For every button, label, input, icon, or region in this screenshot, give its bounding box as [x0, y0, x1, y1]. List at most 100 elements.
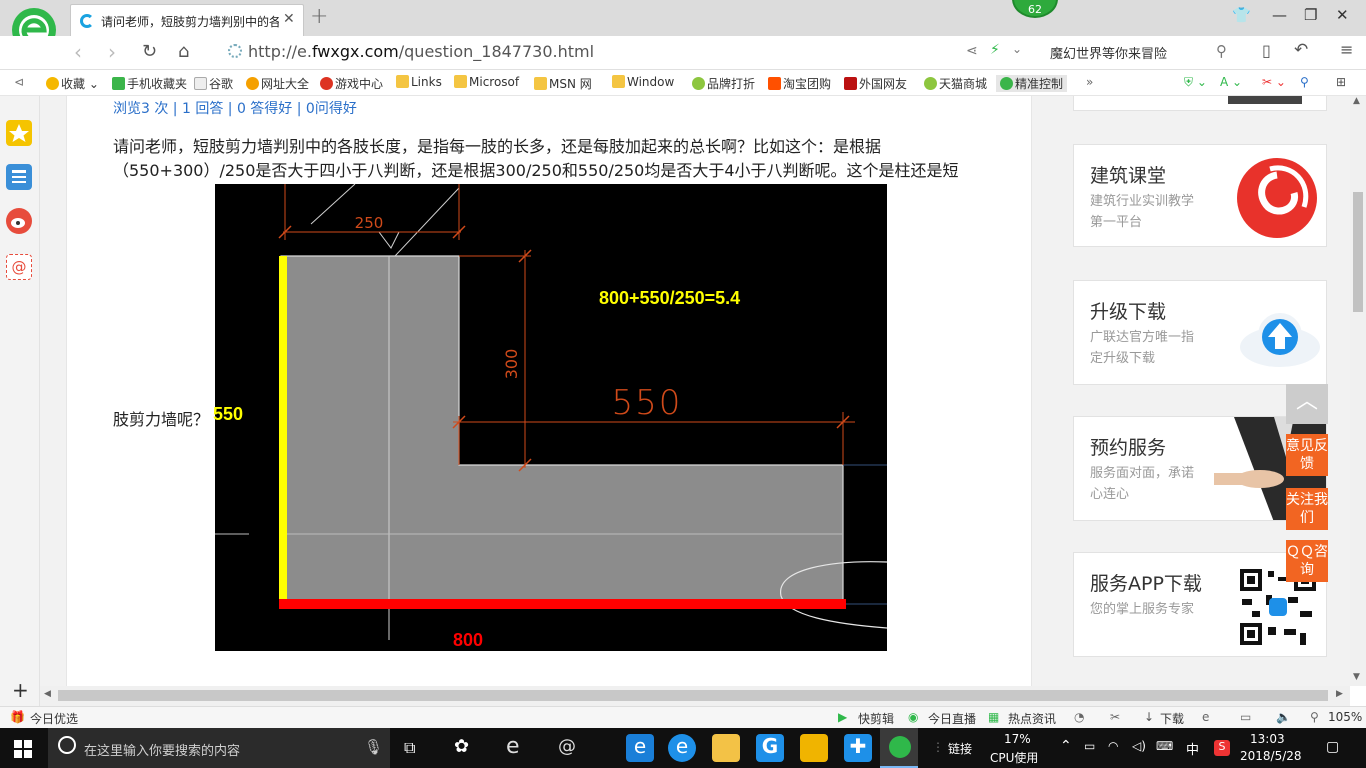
mobile-icon[interactable]: ▯ — [1262, 41, 1271, 60]
feedback-button[interactable]: 意见反馈 — [1286, 434, 1328, 476]
bookmark-discount[interactable]: 品牌打折 — [692, 75, 755, 92]
window-icon[interactable]: ▭ — [1240, 710, 1251, 724]
spiral-app-icon[interactable]: @ — [558, 736, 576, 757]
bookmark-tmall[interactable]: 天猫商城 — [924, 75, 987, 92]
reading-list-icon[interactable] — [6, 164, 32, 190]
taskbar-search[interactable]: 在这里输入你要搜索的内容 🎙 — [48, 728, 390, 768]
card-download[interactable]: 升级下载 广联达官方唯一指定升级下载 — [1073, 280, 1327, 385]
qq-consult-button[interactable]: ＱＱ咨询 — [1286, 540, 1328, 582]
bookmark-hao123[interactable]: 网址大全 — [246, 75, 309, 92]
new-tab-button[interactable]: + — [310, 4, 328, 29]
bookmark-microsoft[interactable]: Microsof — [454, 75, 519, 89]
quick-clip-link[interactable]: 快剪辑 — [858, 710, 894, 727]
cad-drawing-image[interactable]: 250 300 550 800+550/250=5.4 800 — [215, 184, 887, 651]
clock-time[interactable]: 13:03 — [1250, 732, 1285, 746]
chevron-down-icon[interactable]: ⌄ — [1012, 42, 1022, 56]
speaker-icon[interactable]: ◁) — [1132, 739, 1146, 753]
battery-icon[interactable]: ▭ — [1084, 739, 1095, 753]
weibo-icon[interactable] — [6, 208, 32, 234]
windows-start-icon[interactable] — [14, 740, 32, 758]
forward-icon[interactable]: › — [108, 40, 116, 64]
bookmark-google[interactable]: 谷歌 — [194, 75, 233, 92]
notification-badge[interactable]: 62 — [1012, 0, 1058, 18]
back-to-top-button[interactable]: ︿ — [1286, 384, 1328, 424]
clock-date[interactable]: 2018/5/28 — [1240, 749, 1302, 763]
menu-icon[interactable]: ≡ — [1340, 40, 1353, 59]
shirt-icon[interactable]: 👕 — [1232, 6, 1251, 24]
sogou-icon[interactable]: S — [1214, 740, 1230, 756]
horizontal-scrollbar[interactable]: ◀ ▶ — [40, 686, 1350, 706]
speed-icon[interactable]: ◔ — [1074, 710, 1084, 724]
live-link[interactable]: 今日直播 — [928, 710, 976, 727]
bookmark-msn[interactable]: MSN 网 — [534, 75, 592, 92]
glodon-icon[interactable]: G — [756, 734, 784, 762]
grid-icon[interactable]: ⊞ — [1336, 75, 1346, 89]
ie-mode-icon[interactable]: e — [1202, 710, 1209, 724]
fan-app-icon[interactable]: ✿ — [454, 736, 469, 757]
bookmark-favorites[interactable]: 收藏 ⌄ — [46, 75, 99, 92]
email-icon[interactable]: @ — [6, 254, 32, 280]
site-info-icon[interactable] — [228, 44, 242, 58]
ie-icon[interactable]: e — [668, 734, 696, 762]
bookmark-games[interactable]: 游戏中心 — [320, 75, 383, 92]
shield-icon[interactable]: ⛨ ⌄ — [1184, 75, 1207, 90]
hot-news-link[interactable]: 热点资讯 — [1008, 710, 1056, 727]
action-center-icon[interactable]: ▢ — [1326, 739, 1339, 755]
label-800: 800 — [453, 630, 484, 650]
notes-app-icon[interactable] — [800, 734, 828, 762]
minimize-button[interactable]: — — [1272, 6, 1287, 24]
bookmark-foreign[interactable]: 外国网友 — [844, 75, 907, 92]
tab-close-icon[interactable]: ✕ — [283, 11, 295, 27]
bookmark-windows[interactable]: Window — [612, 75, 674, 89]
bookmark-taobao[interactable]: 淘宝团购 — [768, 75, 831, 92]
url-input[interactable]: http://e.fwxgx.com/question_1847730.html — [248, 42, 594, 61]
links-toolbar[interactable]: 链接 — [948, 740, 972, 757]
browser-tab[interactable]: 请问老师，短肢剪力墙判别中的各 ✕ — [70, 4, 304, 36]
bookmarks-more[interactable]: » — [1086, 75, 1093, 89]
horizontal-scroll-thumb[interactable] — [58, 690, 1328, 701]
favorites-star-icon[interactable] — [6, 120, 32, 146]
refresh-icon[interactable]: ↻ — [142, 41, 157, 62]
bookmark-mobile[interactable]: 手机收藏夹 — [112, 75, 187, 92]
sidebar-card-top — [1073, 96, 1327, 111]
volume-icon[interactable]: 🔈 — [1276, 710, 1291, 724]
edge-legacy-icon[interactable]: e — [506, 734, 520, 759]
add-icon[interactable]: + — [12, 678, 29, 702]
follow-us-button[interactable]: 关注我们 — [1286, 488, 1328, 530]
dimension-550: 550 — [612, 383, 683, 423]
tools-icon[interactable]: ✂ — [1110, 710, 1120, 724]
file-explorer-icon[interactable] — [712, 734, 740, 762]
tray-expand-icon[interactable]: ⌃ — [1060, 738, 1072, 754]
magnifier-icon[interactable]: ⚲ — [1300, 75, 1309, 89]
question-stats[interactable]: 浏览3 次 | 1 回答 | 0 答得好 | 0问得好 — [113, 98, 357, 118]
sidebar-toggle-icon[interactable]: ⊲ — [14, 75, 24, 89]
microphone-icon[interactable]: 🎙 — [364, 738, 383, 756]
keyboard-icon[interactable]: ⌨ — [1156, 739, 1173, 753]
vertical-scrollbar[interactable]: ▲ ▼ — [1350, 96, 1366, 686]
lightning-icon[interactable]: ⚡ — [990, 42, 1000, 58]
plus-app-icon[interactable]: ✚ — [844, 734, 872, 762]
wifi-icon[interactable]: ◠ — [1108, 739, 1118, 753]
undo-icon[interactable]: ↶ — [1294, 40, 1308, 60]
scissors-icon[interactable]: ✂ ⌄ — [1262, 75, 1286, 89]
task-view-icon[interactable]: ⧉ — [404, 738, 415, 758]
edge-icon[interactable]: e — [626, 734, 654, 762]
bookmark-links[interactable]: Links — [396, 75, 442, 89]
card-training[interactable]: 建筑课堂 建筑行业实训教学第一平台 — [1073, 144, 1327, 247]
back-icon[interactable]: ‹ — [74, 40, 82, 64]
zoom-icon[interactable]: ⚲ — [1310, 710, 1319, 724]
zoom-level[interactable]: 105% — [1328, 710, 1362, 724]
share-icon[interactable]: ⋖ — [966, 43, 978, 59]
maximize-button[interactable]: ❐ — [1304, 6, 1317, 24]
bookmark-precise[interactable]: 精准控制 — [996, 75, 1068, 92]
close-button[interactable]: ✕ — [1336, 6, 1349, 24]
home-icon[interactable]: ⌂ — [178, 41, 189, 62]
browser-taskbar-item[interactable] — [880, 728, 918, 768]
today-picks-link[interactable]: 今日优选 — [30, 710, 78, 727]
ime-indicator[interactable]: 中 — [1186, 739, 1199, 758]
vertical-scroll-thumb[interactable] — [1353, 192, 1363, 312]
translate-icon[interactable]: A ⌄ — [1220, 75, 1242, 89]
search-input[interactable]: 魔幻世界等你来冒险 — [1050, 43, 1167, 62]
search-icon[interactable]: ⚲ — [1216, 42, 1227, 60]
download-link[interactable]: 下载 — [1160, 710, 1184, 727]
